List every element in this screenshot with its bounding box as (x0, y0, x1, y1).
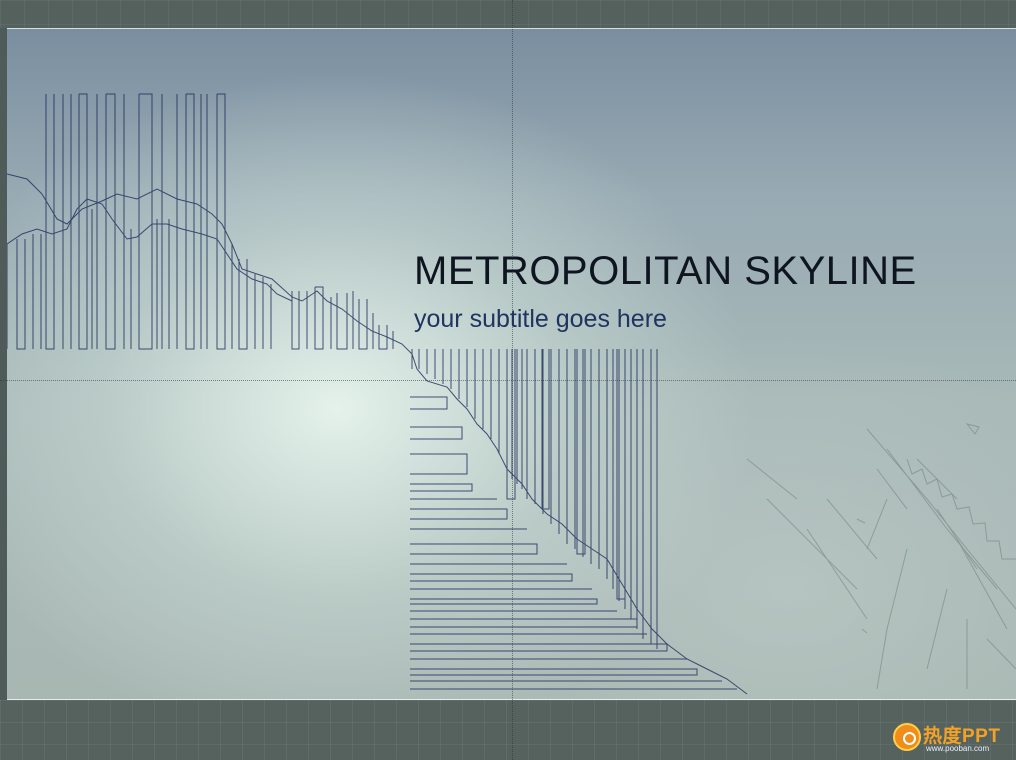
top-frame-band (0, 0, 1016, 28)
watermark-url: www.pooban.com (926, 744, 990, 753)
bottom-frame-band (0, 700, 1016, 760)
watermark-logo-icon (893, 723, 921, 751)
slide-title[interactable]: METROPOLITAN SKYLINE (414, 249, 917, 294)
horizontal-guide-line[interactable] (0, 380, 1016, 381)
watermark-logo: 热度PPT www.pooban.com (893, 720, 1015, 756)
slide-subtitle[interactable]: your subtitle goes here (414, 305, 667, 334)
